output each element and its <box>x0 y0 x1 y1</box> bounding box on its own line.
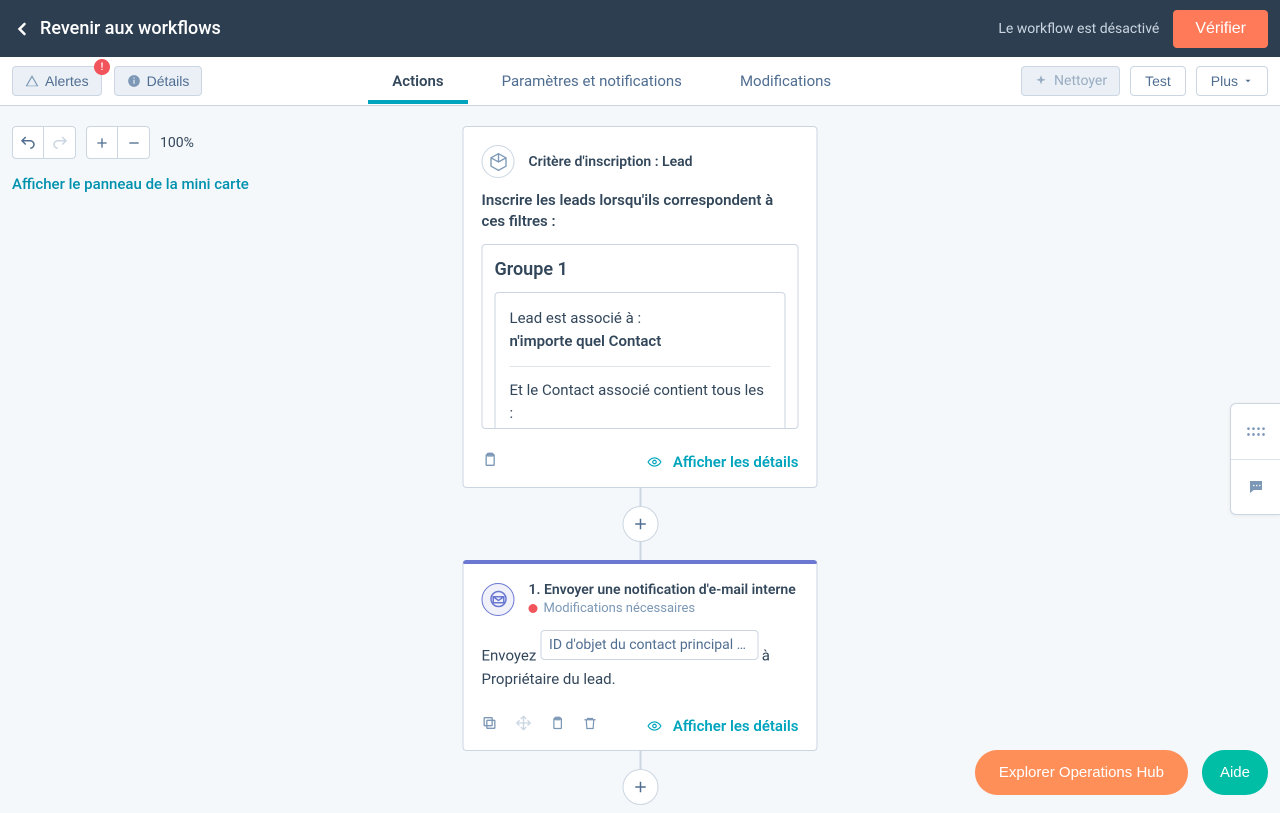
cleanup-label: Nettoyer <box>1054 73 1107 89</box>
token-chip[interactable]: ID d'objet du contact principal a… <box>540 630 758 660</box>
filter-group: Groupe 1 Lead est associé à : n'importe … <box>482 244 799 429</box>
more-button[interactable]: Plus <box>1196 66 1268 96</box>
floating-buttons: Explorer Operations Hub Aide <box>975 750 1268 795</box>
siderail-comments-button[interactable] <box>1231 459 1280 514</box>
action-status: Modifications nécessaires <box>529 601 796 616</box>
add-action-button[interactable] <box>622 506 658 542</box>
move-button <box>516 715 532 736</box>
zoom-in-button[interactable] <box>86 126 118 159</box>
cube-icon <box>488 152 508 172</box>
zoom-level-text: 100% <box>160 135 194 151</box>
filter-divider <box>510 366 771 367</box>
trigger-title: Critère d'inscription : Lead <box>529 154 693 170</box>
plus-icon <box>631 778 649 796</box>
envelope-icon <box>489 590 507 608</box>
more-label: Plus <box>1211 73 1238 89</box>
grid-icon <box>1246 425 1266 439</box>
eye-icon <box>645 455 665 469</box>
status-dot-error <box>529 604 538 613</box>
workflow-flow: Critère d'inscription : Lead Inscrire le… <box>463 126 818 805</box>
help-button[interactable]: Aide <box>1202 750 1268 795</box>
test-button[interactable]: Test <box>1130 66 1186 96</box>
trash-icon <box>583 715 598 732</box>
verify-button[interactable]: Vérifier <box>1173 10 1268 48</box>
minus-icon <box>126 135 142 151</box>
clipboard-button[interactable] <box>482 451 498 473</box>
filter-line-1: Lead est associé à : n'importe quel Cont… <box>510 307 771 354</box>
action-card-1[interactable]: 1. Envoyer une notification d'e-mail int… <box>463 560 818 751</box>
show-details-link[interactable]: Afficher les détails <box>645 453 799 471</box>
workflow-canvas: 100% Afficher le panneau de la mini cart… <box>0 106 1280 813</box>
add-action-button[interactable] <box>622 769 658 805</box>
top-bar: Revenir aux workflows Le workflow est dé… <box>0 0 1280 57</box>
warning-icon <box>25 74 39 88</box>
back-to-workflows-link[interactable]: Revenir aux workflows <box>12 18 221 39</box>
toolbar: Alertes ! Détails Actions Paramètres et … <box>0 57 1280 106</box>
group-title: Groupe 1 <box>495 259 786 280</box>
move-icon <box>516 715 532 731</box>
action-body: Envoyez ID d'objet du contact principal … <box>464 622 817 705</box>
clipboard-button[interactable] <box>550 715 565 736</box>
zoom-out-button[interactable] <box>118 126 150 159</box>
redo-icon <box>51 134 69 152</box>
copy-icon <box>482 715 498 731</box>
back-label: Revenir aux workflows <box>40 18 221 39</box>
connector <box>639 751 641 769</box>
tab-actions[interactable]: Actions <box>388 58 447 104</box>
workflow-status-text: Le workflow est désactivé <box>998 21 1159 37</box>
cleanup-button: Nettoyer <box>1021 66 1120 96</box>
undo-button[interactable] <box>12 126 44 159</box>
tab-modifications[interactable]: Modifications <box>736 58 835 104</box>
chat-icon <box>1247 478 1265 496</box>
info-icon <box>127 74 141 88</box>
chevron-left-icon <box>12 19 32 39</box>
chevron-down-icon <box>1243 76 1253 86</box>
details-label: Détails <box>147 73 190 89</box>
trigger-icon <box>482 145 515 178</box>
alerts-button[interactable]: Alertes <box>12 66 102 96</box>
tabs: Actions Paramètres et notifications Modi… <box>388 58 835 104</box>
action-icon <box>482 583 515 616</box>
connector <box>639 542 641 560</box>
sparkle-icon <box>1034 74 1048 88</box>
clipboard-icon <box>482 451 498 469</box>
action-title: 1. Envoyer une notification d'e-mail int… <box>529 582 796 598</box>
connector <box>639 488 641 506</box>
tab-settings-notifications[interactable]: Paramètres et notifications <box>498 58 686 104</box>
plus-icon <box>631 515 649 533</box>
side-rail <box>1230 403 1280 515</box>
trigger-subtitle: Inscrire les leads lorsqu'ils correspond… <box>482 190 799 232</box>
siderail-grid-button[interactable] <box>1231 404 1280 459</box>
details-button[interactable]: Détails <box>114 66 203 96</box>
copy-button[interactable] <box>482 715 498 736</box>
alerts-badge: ! <box>94 59 110 75</box>
clipboard-icon <box>550 715 565 732</box>
filter-line-2: Et le Contact associé contient tous les … <box>510 379 771 426</box>
explore-ops-hub-button[interactable]: Explorer Operations Hub <box>975 750 1188 795</box>
eye-icon <box>645 719 665 733</box>
show-details-link[interactable]: Afficher les détails <box>645 717 799 735</box>
undo-icon <box>19 134 37 152</box>
plus-icon <box>94 135 110 151</box>
delete-button[interactable] <box>583 715 598 736</box>
redo-button <box>44 126 76 159</box>
enrollment-trigger-card[interactable]: Critère d'inscription : Lead Inscrire le… <box>463 126 818 488</box>
alerts-label: Alertes <box>45 73 89 89</box>
